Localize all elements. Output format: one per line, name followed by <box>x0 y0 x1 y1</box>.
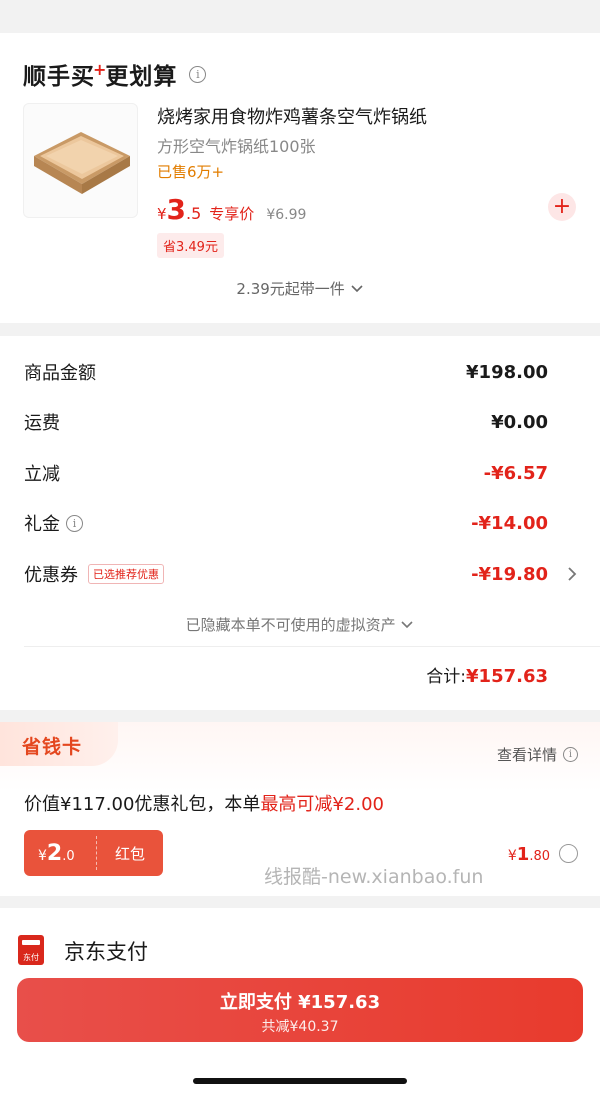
pay-now-label: 立即支付 ¥157.63 <box>219 992 381 1013</box>
home-indicator[interactable] <box>193 1078 407 1084</box>
price-summary-section: 商品金额 ¥198.00 运费 ¥0.00 立减 -¥6.57 礼金 i -¥14… <box>0 336 600 710</box>
instant-discount-row: 立减 -¥6.57 <box>24 458 548 488</box>
total-label: 合计: <box>426 667 467 687</box>
price-decimal: .5 <box>186 204 202 223</box>
coupon-row[interactable]: 优惠券 已选推荐优惠 -¥19.80 <box>24 559 548 589</box>
red-packet-integer: 2 <box>46 840 63 866</box>
shipping-row: 运费 ¥0.00 <box>24 407 548 437</box>
recommended-coupon-tag: 已选推荐优惠 <box>88 564 164 584</box>
gift-money-value: -¥14.00 <box>471 512 548 534</box>
product-image[interactable] <box>23 103 138 218</box>
coupon-label-wrap: 优惠券 已选推荐优惠 <box>24 561 164 587</box>
coupon-label: 优惠券 <box>24 565 78 586</box>
hidden-assets-label: 已隐藏本单不可使用的虚拟资产 <box>185 616 396 634</box>
savings-card-price: ¥ 1 .80 <box>508 844 550 865</box>
card-price-currency: ¥ <box>507 848 517 864</box>
info-icon: i <box>563 747 578 762</box>
chevron-down-icon <box>351 285 363 293</box>
price-label: 专享价 <box>209 205 255 223</box>
original-price: ¥6.99 <box>266 207 307 223</box>
card-price-decimal: .80 <box>529 849 550 864</box>
jd-pay-icon: 东付 <box>18 935 44 965</box>
savings-tag: 省3.49元 <box>157 233 224 258</box>
hidden-assets-toggle[interactable]: 已隐藏本单不可使用的虚拟资产 <box>0 614 600 635</box>
product-name[interactable]: 烧烤家用食物炸鸡薯条空气炸锅纸 <box>157 103 427 129</box>
plus-icon: + <box>552 194 572 219</box>
title-plus-mark: + <box>93 60 108 79</box>
add-on-section: 顺手买+更划算 i 烧烤家用食物炸鸡薯条空气炸锅纸 方形空气炸锅纸100张 已售… <box>0 33 600 323</box>
savings-card-description: 价值¥117.00优惠礼包，本单最高可减¥2.00 <box>24 790 384 816</box>
total-value: ¥157.63 <box>466 666 548 687</box>
pay-now-button[interactable]: 立即支付 ¥157.63 共减¥40.37 <box>17 978 583 1042</box>
card-desc-text: 价值¥117.00优惠礼包，本单 <box>24 794 261 815</box>
divider <box>24 646 600 647</box>
gift-money-label-wrap: 礼金 i <box>24 510 83 536</box>
red-packet-decimal: .0 <box>62 848 75 864</box>
air-fryer-paper-image <box>34 132 130 194</box>
title-part: 更划算 <box>105 64 178 90</box>
bring-more-toggle[interactable]: 2.39元起带一件 <box>0 278 600 299</box>
info-icon[interactable]: i <box>189 65 207 83</box>
watermark: 线报酷-new.xianbao.fun <box>264 866 484 888</box>
product-spec: 方形空气炸锅纸100张 <box>157 137 316 156</box>
savings-card-radio[interactable] <box>559 844 578 863</box>
shipping-label: 运费 <box>24 413 60 434</box>
view-details-label: 查看详情 <box>496 746 557 764</box>
add-to-order-button[interactable]: + <box>548 193 576 221</box>
goods-amount-label: 商品金额 <box>24 363 96 384</box>
instant-discount-label: 立减 <box>24 464 60 485</box>
chevron-down-icon <box>401 621 413 629</box>
total-row: 合计: ¥157.63 <box>426 662 548 687</box>
sold-count: 已售6万+ <box>157 163 225 181</box>
gift-money-row: 礼金 i -¥14.00 <box>24 508 548 538</box>
coupon-value: -¥19.80 <box>471 563 548 585</box>
view-details-link[interactable]: 查看详情 i <box>497 744 578 765</box>
gift-money-label: 礼金 <box>24 514 60 535</box>
price-currency: ¥ <box>157 205 167 223</box>
savings-card-section: 省钱卡 查看详情 i 价值¥117.00优惠礼包，本单最高可减¥2.00 ¥ 2… <box>0 722 600 896</box>
price-integer: 3 <box>166 193 187 226</box>
red-packet-amount: ¥ 2 .0 <box>24 841 96 866</box>
card-desc-highlight: 最高可减¥2.00 <box>260 794 384 815</box>
red-packet-label: 红包 <box>114 844 145 863</box>
payment-method-label[interactable]: 京东支付 <box>64 936 148 966</box>
add-on-header: 顺手买+更划算 i <box>23 57 207 91</box>
product-price: ¥ 3 .5 专享价 ¥6.99 <box>157 193 306 226</box>
goods-amount-value: ¥198.00 <box>466 361 548 383</box>
instant-discount-value: -¥6.57 <box>483 462 548 484</box>
info-icon[interactable]: i <box>66 514 83 532</box>
shipping-value: ¥0.00 <box>491 411 548 433</box>
title-part: 顺手买 <box>23 64 95 90</box>
bring-more-label: 2.39元起带一件 <box>236 280 345 298</box>
payment-section: 东付 京东支付 立即支付 ¥157.63 共减¥40.37 <box>0 908 600 1097</box>
chevron-right-icon[interactable] <box>566 566 578 582</box>
card-price-integer: 1 <box>516 844 530 865</box>
total-savings-label: 共减¥40.37 <box>261 1019 339 1035</box>
red-packet-coupon: ¥ 2 .0 红包 <box>24 830 163 876</box>
savings-card-badge: 省钱卡 <box>0 722 118 766</box>
red-packet-currency: ¥ <box>38 847 47 864</box>
add-on-title: 顺手买+更划算 <box>23 57 177 91</box>
goods-amount-row: 商品金额 ¥198.00 <box>24 357 548 387</box>
